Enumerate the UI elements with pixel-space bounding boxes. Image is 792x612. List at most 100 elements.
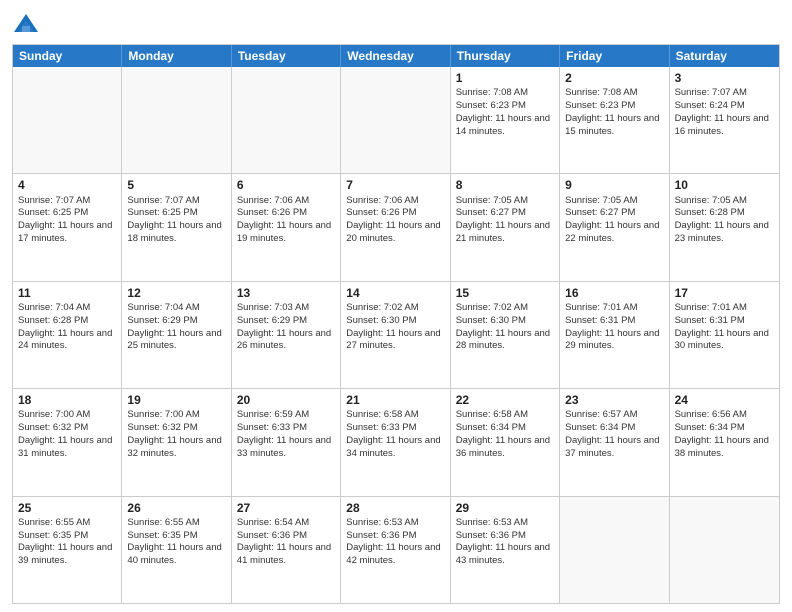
day-number: 15 <box>456 285 554 301</box>
day-info: Sunrise: 7:01 AM <box>565 302 663 315</box>
day-number: 27 <box>237 500 335 516</box>
cal-row-4: 18Sunrise: 7:00 AMSunset: 6:32 PMDayligh… <box>13 389 779 496</box>
day-number: 7 <box>346 177 444 193</box>
cal-row-5: 25Sunrise: 6:55 AMSunset: 6:35 PMDayligh… <box>13 497 779 603</box>
day-info: Daylight: 11 hours and 33 minutes. <box>237 435 335 461</box>
cal-cell: 13Sunrise: 7:03 AMSunset: 6:29 PMDayligh… <box>232 282 341 388</box>
day-info: Daylight: 11 hours and 37 minutes. <box>565 435 663 461</box>
day-info: Daylight: 11 hours and 29 minutes. <box>565 328 663 354</box>
day-info: Sunrise: 7:05 AM <box>675 195 774 208</box>
header-day-saturday: Saturday <box>670 45 779 67</box>
day-info: Daylight: 11 hours and 18 minutes. <box>127 220 225 246</box>
day-number: 20 <box>237 392 335 408</box>
day-info: Sunset: 6:36 PM <box>456 530 554 543</box>
day-info: Sunset: 6:29 PM <box>127 315 225 328</box>
calendar-body: 1Sunrise: 7:08 AMSunset: 6:23 PMDaylight… <box>13 67 779 603</box>
cal-cell: 18Sunrise: 7:00 AMSunset: 6:32 PMDayligh… <box>13 389 122 495</box>
day-info: Sunrise: 7:08 AM <box>565 87 663 100</box>
day-number: 29 <box>456 500 554 516</box>
day-info: Sunrise: 7:07 AM <box>127 195 225 208</box>
cal-row-3: 11Sunrise: 7:04 AMSunset: 6:28 PMDayligh… <box>13 282 779 389</box>
cal-cell <box>13 67 122 173</box>
day-number: 18 <box>18 392 116 408</box>
day-info: Daylight: 11 hours and 19 minutes. <box>237 220 335 246</box>
header-day-thursday: Thursday <box>451 45 560 67</box>
day-info: Sunset: 6:34 PM <box>565 422 663 435</box>
logo <box>12 10 44 38</box>
day-number: 28 <box>346 500 444 516</box>
day-info: Sunrise: 7:02 AM <box>456 302 554 315</box>
day-info: Sunrise: 7:04 AM <box>127 302 225 315</box>
header-day-sunday: Sunday <box>13 45 122 67</box>
day-info: Daylight: 11 hours and 36 minutes. <box>456 435 554 461</box>
day-info: Sunrise: 7:00 AM <box>18 409 116 422</box>
day-info: Sunset: 6:34 PM <box>456 422 554 435</box>
day-info: Sunrise: 7:08 AM <box>456 87 554 100</box>
day-info: Sunrise: 7:06 AM <box>346 195 444 208</box>
day-info: Sunrise: 7:06 AM <box>237 195 335 208</box>
cal-cell: 23Sunrise: 6:57 AMSunset: 6:34 PMDayligh… <box>560 389 669 495</box>
day-info: Daylight: 11 hours and 17 minutes. <box>18 220 116 246</box>
day-number: 3 <box>675 70 774 86</box>
cal-cell: 12Sunrise: 7:04 AMSunset: 6:29 PMDayligh… <box>122 282 231 388</box>
day-info: Sunset: 6:31 PM <box>675 315 774 328</box>
day-info: Sunset: 6:23 PM <box>456 100 554 113</box>
cal-cell: 24Sunrise: 6:56 AMSunset: 6:34 PMDayligh… <box>670 389 779 495</box>
logo-icon <box>12 10 40 38</box>
calendar: SundayMondayTuesdayWednesdayThursdayFrid… <box>12 44 780 604</box>
day-info: Daylight: 11 hours and 43 minutes. <box>456 542 554 568</box>
day-number: 12 <box>127 285 225 301</box>
day-number: 16 <box>565 285 663 301</box>
day-info: Sunset: 6:33 PM <box>237 422 335 435</box>
cal-row-2: 4Sunrise: 7:07 AMSunset: 6:25 PMDaylight… <box>13 174 779 281</box>
day-info: Sunset: 6:28 PM <box>675 207 774 220</box>
day-info: Sunset: 6:35 PM <box>18 530 116 543</box>
day-info: Sunset: 6:35 PM <box>127 530 225 543</box>
calendar-header: SundayMondayTuesdayWednesdayThursdayFrid… <box>13 45 779 67</box>
day-info: Sunrise: 7:04 AM <box>18 302 116 315</box>
cal-cell <box>560 497 669 603</box>
day-info: Daylight: 11 hours and 30 minutes. <box>675 328 774 354</box>
header-day-friday: Friday <box>560 45 669 67</box>
day-info: Sunset: 6:23 PM <box>565 100 663 113</box>
day-info: Daylight: 11 hours and 40 minutes. <box>127 542 225 568</box>
day-info: Daylight: 11 hours and 38 minutes. <box>675 435 774 461</box>
day-info: Daylight: 11 hours and 27 minutes. <box>346 328 444 354</box>
day-info: Sunset: 6:26 PM <box>237 207 335 220</box>
day-info: Sunset: 6:26 PM <box>346 207 444 220</box>
day-number: 10 <box>675 177 774 193</box>
day-info: Daylight: 11 hours and 22 minutes. <box>565 220 663 246</box>
day-info: Daylight: 11 hours and 28 minutes. <box>456 328 554 354</box>
day-info: Sunset: 6:30 PM <box>456 315 554 328</box>
day-info: Daylight: 11 hours and 21 minutes. <box>456 220 554 246</box>
day-info: Sunset: 6:29 PM <box>237 315 335 328</box>
cal-cell: 1Sunrise: 7:08 AMSunset: 6:23 PMDaylight… <box>451 67 560 173</box>
day-number: 5 <box>127 177 225 193</box>
day-info: Sunset: 6:31 PM <box>565 315 663 328</box>
day-info: Sunrise: 6:53 AM <box>456 517 554 530</box>
day-info: Daylight: 11 hours and 15 minutes. <box>565 113 663 139</box>
day-info: Sunset: 6:32 PM <box>127 422 225 435</box>
header-day-wednesday: Wednesday <box>341 45 450 67</box>
day-number: 1 <box>456 70 554 86</box>
day-info: Sunrise: 7:00 AM <box>127 409 225 422</box>
cal-cell: 10Sunrise: 7:05 AMSunset: 6:28 PMDayligh… <box>670 174 779 280</box>
day-info: Sunrise: 6:53 AM <box>346 517 444 530</box>
cal-cell: 26Sunrise: 6:55 AMSunset: 6:35 PMDayligh… <box>122 497 231 603</box>
page: SundayMondayTuesdayWednesdayThursdayFrid… <box>0 0 792 612</box>
day-info: Daylight: 11 hours and 34 minutes. <box>346 435 444 461</box>
cal-cell: 7 Sunrise: 7:06 AMSunset: 6:26 PMDaylight… <box>341 174 450 280</box>
day-info: Sunset: 6:34 PM <box>675 422 774 435</box>
cal-cell: 16Sunrise: 7:01 AMSunset: 6:31 PMDayligh… <box>560 282 669 388</box>
day-info: Daylight: 11 hours and 20 minutes. <box>346 220 444 246</box>
header-day-tuesday: Tuesday <box>232 45 341 67</box>
day-number: 26 <box>127 500 225 516</box>
header <box>12 10 780 38</box>
day-info: Sunrise: 7:05 AM <box>565 195 663 208</box>
day-info: Sunrise: 6:58 AM <box>456 409 554 422</box>
day-number: 4 <box>18 177 116 193</box>
day-number: 11 <box>18 285 116 301</box>
day-info: Sunrise: 6:56 AM <box>675 409 774 422</box>
day-info: Daylight: 11 hours and 41 minutes. <box>237 542 335 568</box>
day-info: Daylight: 11 hours and 14 minutes. <box>456 113 554 139</box>
